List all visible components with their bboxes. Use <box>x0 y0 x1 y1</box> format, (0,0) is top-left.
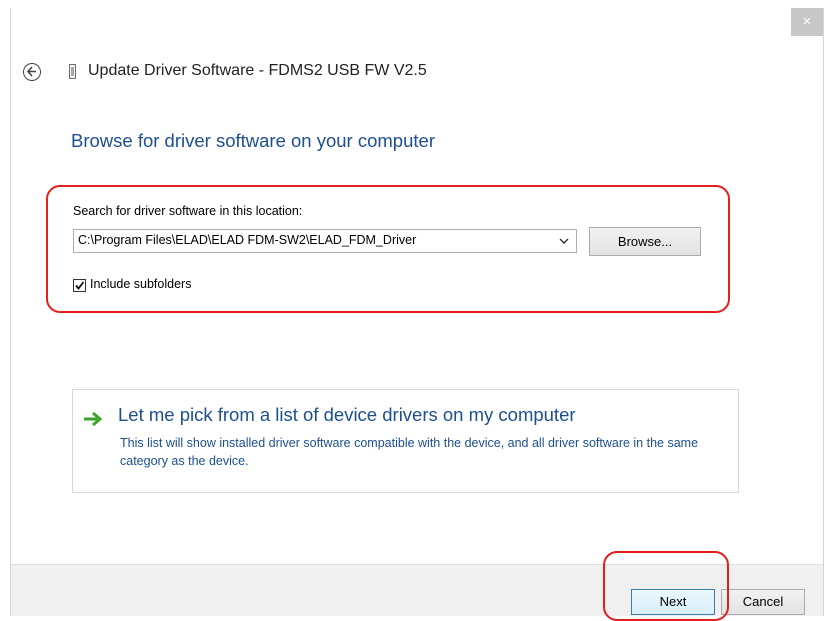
close-button[interactable]: × <box>791 8 823 36</box>
pick-from-list-option[interactable]: Let me pick from a list of device driver… <box>72 389 739 493</box>
search-highlight-annotation <box>46 185 730 313</box>
back-arrow-icon <box>26 66 36 77</box>
pick-from-list-description: This list will show installed driver sof… <box>120 436 699 468</box>
next-highlight-annotation <box>603 551 729 621</box>
back-button[interactable] <box>23 63 41 81</box>
dialog-header: Update Driver Software - FDMS2 USB FW V2… <box>11 60 823 90</box>
window-title: Update Driver Software - FDMS2 USB FW V2… <box>88 62 427 79</box>
green-arrow-icon <box>84 411 103 427</box>
pick-from-list-title[interactable]: Let me pick from a list of device driver… <box>118 404 576 426</box>
cancel-button[interactable]: Cancel <box>721 589 805 615</box>
usb-device-icon <box>69 64 76 79</box>
page-title: Browse for driver software on your compu… <box>71 130 435 151</box>
update-driver-dialog: × Update Driver Software - FDMS2 USB FW … <box>10 8 824 621</box>
